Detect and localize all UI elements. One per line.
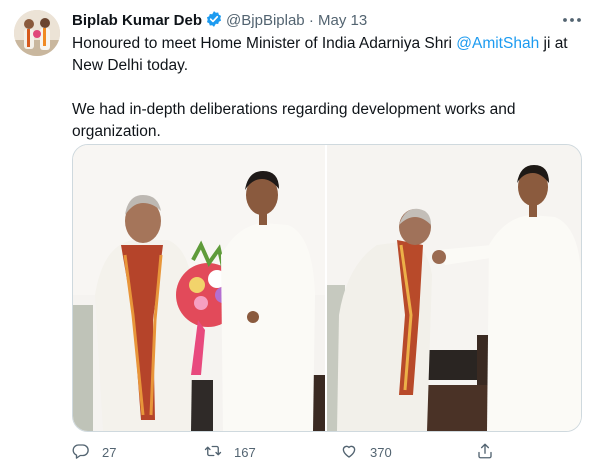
share-button[interactable]	[476, 440, 494, 464]
reply-icon	[72, 442, 90, 463]
tweet-paragraph-2: We had in-depth deliberations regarding …	[72, 101, 516, 140]
like-button[interactable]: 370	[340, 440, 392, 464]
avatar-image	[14, 10, 60, 56]
tweet-text: Honoured to meet Home Minister of India …	[72, 33, 584, 143]
retweet-button[interactable]: 167	[204, 440, 256, 464]
tweet-paragraph-1: Honoured to meet Home Minister of India …	[72, 33, 584, 77]
retweet-icon	[204, 442, 222, 463]
reply-count: 27	[102, 444, 117, 460]
media-photo-2[interactable]	[327, 145, 581, 431]
share-icon	[476, 442, 494, 463]
reply-button[interactable]: 27	[72, 440, 116, 464]
more-icon[interactable]	[560, 8, 584, 32]
tweet-text-part-1: Honoured to meet Home Minister of India …	[72, 35, 457, 52]
avatar[interactable]	[14, 10, 60, 56]
like-count: 370	[370, 444, 392, 460]
media-container	[72, 144, 582, 432]
separator-dot: ·	[308, 12, 314, 29]
author-handle[interactable]: @BjpBiplab	[226, 12, 305, 29]
tweet-date[interactable]: May 13	[318, 12, 367, 29]
media-photo-1[interactable]	[73, 145, 325, 431]
tweet-header: Biplab Kumar Deb @BjpBiplab · May 13	[72, 10, 367, 34]
author-name[interactable]: Biplab Kumar Deb	[72, 12, 202, 29]
tweet-actions: 27 167 370	[72, 440, 592, 464]
retweet-count: 167	[234, 444, 256, 460]
mention-link[interactable]: @AmitShah	[456, 35, 539, 52]
tweet: Biplab Kumar Deb @BjpBiplab · May 13 Hono…	[0, 0, 602, 473]
like-icon	[340, 442, 358, 463]
verified-badge-icon	[205, 10, 223, 34]
